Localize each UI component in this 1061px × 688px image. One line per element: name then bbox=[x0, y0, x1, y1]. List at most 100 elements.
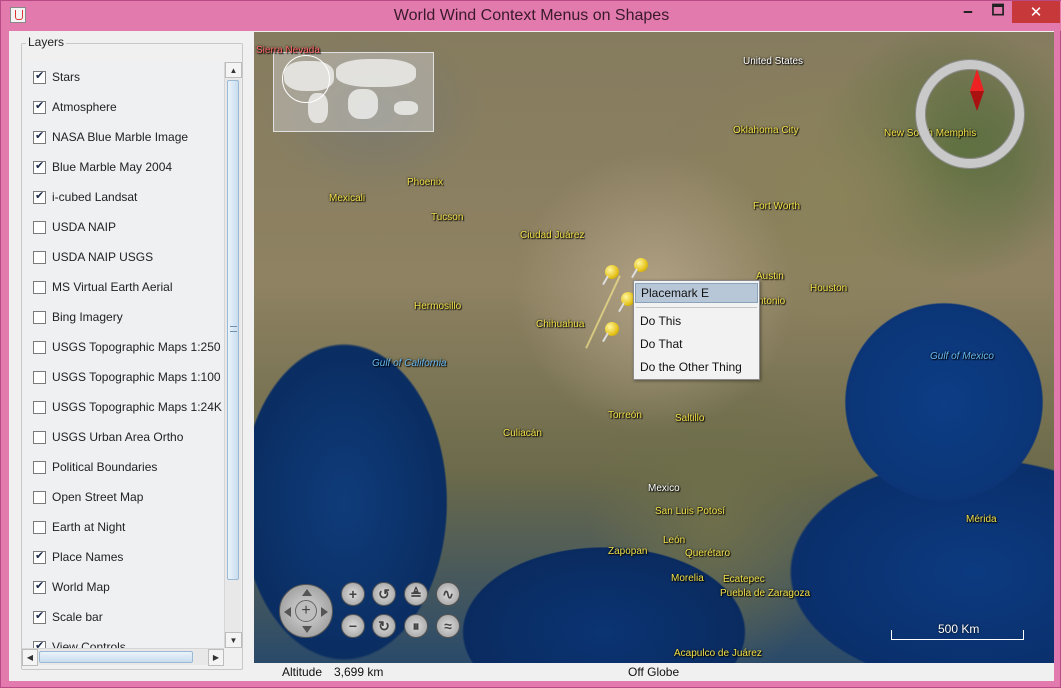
layer-item[interactable]: World Map bbox=[22, 572, 224, 602]
scroll-up-button[interactable]: ▲ bbox=[225, 62, 242, 78]
layer-item[interactable]: Blue Marble May 2004 bbox=[22, 152, 224, 182]
layer-item[interactable]: USGS Topographic Maps 1:100 bbox=[22, 362, 224, 392]
place-label: Sierra Nevada bbox=[256, 45, 320, 56]
layer-item[interactable]: USGS Urban Area Ortho bbox=[22, 422, 224, 452]
layer-checkbox[interactable] bbox=[33, 400, 46, 414]
zoom-in-button[interactable]: + bbox=[341, 582, 365, 606]
layer-item[interactable]: USGS Topographic Maps 1:250 bbox=[22, 332, 224, 362]
heading-left-button[interactable]: ↺ bbox=[372, 582, 396, 606]
layer-label: i-cubed Landsat bbox=[52, 190, 138, 204]
layer-item[interactable]: Place Names bbox=[22, 542, 224, 572]
layer-item[interactable]: Open Street Map bbox=[22, 482, 224, 512]
layer-item[interactable]: Political Boundaries bbox=[22, 452, 224, 482]
layer-item[interactable]: Bing Imagery bbox=[22, 302, 224, 332]
layer-checkbox[interactable] bbox=[33, 189, 46, 204]
layer-checkbox[interactable] bbox=[33, 520, 46, 534]
scroll-down-button[interactable]: ▼ bbox=[225, 632, 242, 648]
layer-checkbox[interactable] bbox=[33, 549, 46, 564]
vertical-scrollbar[interactable]: ▲ ▼ bbox=[224, 62, 242, 648]
scroll-left-button[interactable]: ◀ bbox=[22, 649, 38, 666]
placemark-pushpin-icon[interactable] bbox=[634, 258, 648, 272]
layer-item[interactable]: i-cubed Landsat bbox=[22, 182, 224, 212]
layer-item[interactable]: Scale bar bbox=[22, 602, 224, 632]
world-wind-globe-view[interactable]: Sierra Nevada United States Oklahoma Cit… bbox=[254, 32, 1054, 663]
placemark-context-menu: Placemark E Do This Do That Do the Other… bbox=[633, 280, 760, 380]
layer-checkbox[interactable] bbox=[33, 159, 46, 174]
layer-checkbox[interactable] bbox=[33, 340, 46, 354]
context-menu-item-do-the-other-thing[interactable]: Do the Other Thing bbox=[640, 360, 742, 374]
app-window: World Wind Context Menus on Shapes 🗕 🗖 ✕… bbox=[0, 0, 1061, 688]
maximize-button[interactable]: 🗖 bbox=[984, 1, 1012, 23]
pan-control[interactable]: + bbox=[279, 584, 333, 638]
layer-checkbox[interactable] bbox=[33, 280, 46, 294]
pan-east-icon[interactable] bbox=[321, 607, 328, 617]
placemark-pushpin-icon[interactable] bbox=[605, 322, 619, 336]
vertical-scroll-thumb[interactable] bbox=[227, 80, 239, 580]
exaggeration-down-button[interactable]: ≈ bbox=[436, 614, 460, 638]
layer-label: NASA Blue Marble Image bbox=[52, 130, 189, 144]
place-label: Querétaro bbox=[685, 548, 731, 559]
layer-item[interactable]: USDA NAIP USGS bbox=[22, 242, 224, 272]
layer-label: Bing Imagery bbox=[52, 310, 123, 324]
layer-label: USDA NAIP USGS bbox=[52, 250, 154, 264]
title-bar[interactable]: World Wind Context Menus on Shapes 🗕 🗖 ✕ bbox=[1, 1, 1061, 31]
place-label: Gulf of California bbox=[372, 358, 447, 369]
layer-label: Scale bar bbox=[52, 610, 103, 624]
close-button[interactable]: ✕ bbox=[1012, 1, 1060, 23]
place-label: Tucson bbox=[431, 212, 464, 223]
layer-checkbox[interactable] bbox=[33, 69, 46, 84]
zoom-out-button[interactable]: − bbox=[341, 614, 365, 638]
layer-checkbox[interactable] bbox=[33, 579, 46, 594]
layer-checkbox[interactable] bbox=[33, 460, 46, 474]
context-menu-item-do-this[interactable]: Do This bbox=[640, 314, 681, 328]
layer-checkbox[interactable] bbox=[33, 310, 46, 324]
compass[interactable] bbox=[916, 60, 1024, 168]
layer-checkbox[interactable] bbox=[33, 99, 46, 114]
layer-item[interactable]: Earth at Night bbox=[22, 512, 224, 542]
layer-label: USGS Urban Area Ortho bbox=[52, 430, 184, 444]
layer-item[interactable]: Stars bbox=[22, 62, 224, 92]
minimap-landmass bbox=[394, 101, 418, 115]
place-label: Morelia bbox=[671, 573, 704, 584]
exaggeration-up-button[interactable]: ∿ bbox=[436, 582, 460, 606]
scroll-right-button[interactable]: ▶ bbox=[208, 649, 224, 666]
context-menu-item-do-that[interactable]: Do That bbox=[640, 337, 682, 351]
minimize-button[interactable]: 🗕 bbox=[954, 1, 982, 23]
layer-checkbox[interactable] bbox=[33, 490, 46, 504]
pan-north-icon[interactable] bbox=[302, 589, 312, 596]
layer-item[interactable]: USGS Topographic Maps 1:24K bbox=[22, 392, 224, 422]
pan-center-icon[interactable]: + bbox=[295, 600, 317, 622]
place-label: Mexicali bbox=[329, 193, 366, 204]
layers-panel: Layers Stars Atmosphere NASA Blue Marble I… bbox=[21, 35, 243, 670]
layer-checkbox[interactable] bbox=[33, 609, 46, 624]
pitch-up-button[interactable]: ≜ bbox=[404, 582, 428, 606]
pitch-down-button[interactable]: ⏸ bbox=[404, 614, 428, 638]
layer-label: Atmosphere bbox=[52, 100, 117, 114]
layer-checkbox[interactable] bbox=[33, 220, 46, 234]
layer-item[interactable]: NASA Blue Marble Image bbox=[22, 122, 224, 152]
horizontal-scroll-thumb[interactable] bbox=[39, 651, 193, 663]
layer-label: MS Virtual Earth Aerial bbox=[52, 280, 173, 294]
layer-label: View Controls bbox=[52, 640, 126, 648]
place-label: Hermosillo bbox=[414, 301, 462, 312]
place-label: Saltillo bbox=[675, 413, 705, 424]
layer-label: USDA NAIP bbox=[52, 220, 117, 234]
layer-label: World Map bbox=[52, 580, 110, 594]
layer-checkbox[interactable] bbox=[33, 370, 46, 384]
minimap-landmass bbox=[336, 59, 416, 87]
layer-item[interactable]: MS Virtual Earth Aerial bbox=[22, 272, 224, 302]
layer-item[interactable]: View Controls bbox=[22, 632, 224, 648]
layer-checkbox[interactable] bbox=[33, 639, 46, 648]
pan-south-icon[interactable] bbox=[302, 626, 312, 633]
layer-checkbox[interactable] bbox=[33, 250, 46, 264]
layer-label: Place Names bbox=[52, 550, 124, 564]
layer-item[interactable]: Atmosphere bbox=[22, 92, 224, 122]
layer-item[interactable]: USDA NAIP bbox=[22, 212, 224, 242]
layer-checkbox[interactable] bbox=[33, 129, 46, 144]
pan-west-icon[interactable] bbox=[284, 607, 291, 617]
horizontal-scrollbar[interactable]: ◀ ▶ bbox=[22, 648, 224, 666]
layer-checkbox[interactable] bbox=[33, 430, 46, 444]
placemark-pushpin-icon[interactable] bbox=[605, 265, 619, 279]
world-map-overview[interactable] bbox=[273, 52, 434, 132]
heading-right-button[interactable]: ↻ bbox=[372, 614, 396, 638]
